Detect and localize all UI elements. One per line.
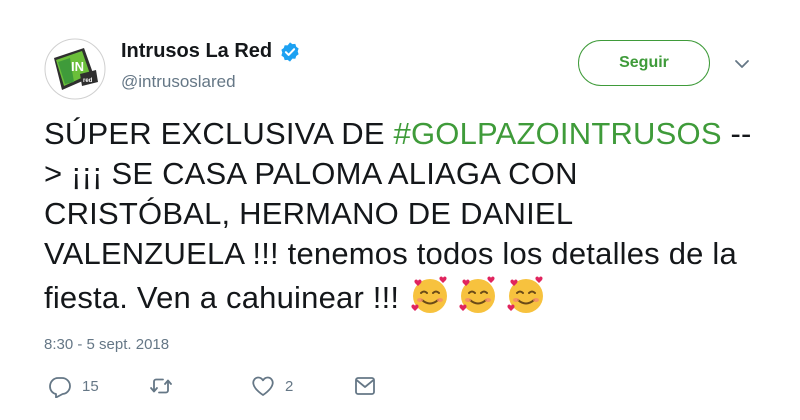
tweet-card: IN red Intrusos La Red @intrusoslared Se… bbox=[0, 0, 800, 420]
smiling-face-with-hearts-icon bbox=[505, 274, 547, 316]
reply-button[interactable]: 15 bbox=[48, 374, 99, 398]
account-name-row[interactable]: Intrusos La Red bbox=[121, 40, 301, 63]
tweet-text-intro: SÚPER EXCLUSIVA DE bbox=[44, 116, 394, 151]
heart-icon bbox=[252, 376, 274, 396]
tweet-timestamp[interactable]: 8:30 - 5 sept. 2018 bbox=[44, 336, 169, 353]
svg-text:red: red bbox=[83, 78, 93, 84]
hashtag-link[interactable]: #GOLPAZOINTRUSOS bbox=[394, 116, 722, 151]
like-button[interactable]: 2 bbox=[251, 374, 293, 398]
tweet-text: SÚPER EXCLUSIVA DE #GOLPAZOINTRUSOS --> … bbox=[44, 114, 756, 318]
smiling-face-with-hearts-icon bbox=[409, 274, 451, 316]
follow-button-label: Seguir bbox=[619, 54, 669, 71]
direct-message-button[interactable] bbox=[353, 374, 377, 398]
account-handle[interactable]: @intrusoslared bbox=[121, 72, 236, 92]
retweet-icon bbox=[150, 378, 172, 394]
intrusos-logo-icon[interactable]: IN red bbox=[44, 38, 106, 100]
like-count: 2 bbox=[285, 377, 294, 395]
display-name[interactable]: Intrusos La Red bbox=[121, 40, 272, 63]
verified-badge-icon bbox=[279, 41, 301, 63]
reply-icon bbox=[49, 377, 71, 398]
smiling-face-with-hearts-icon bbox=[457, 274, 499, 316]
svg-text:IN: IN bbox=[71, 59, 84, 74]
chevron-down-icon[interactable] bbox=[734, 57, 750, 69]
retweet-button[interactable] bbox=[149, 374, 183, 398]
reply-count: 15 bbox=[82, 377, 99, 395]
emoji-group bbox=[409, 274, 547, 316]
follow-button[interactable]: Seguir bbox=[578, 40, 710, 86]
envelope-icon bbox=[355, 377, 375, 395]
